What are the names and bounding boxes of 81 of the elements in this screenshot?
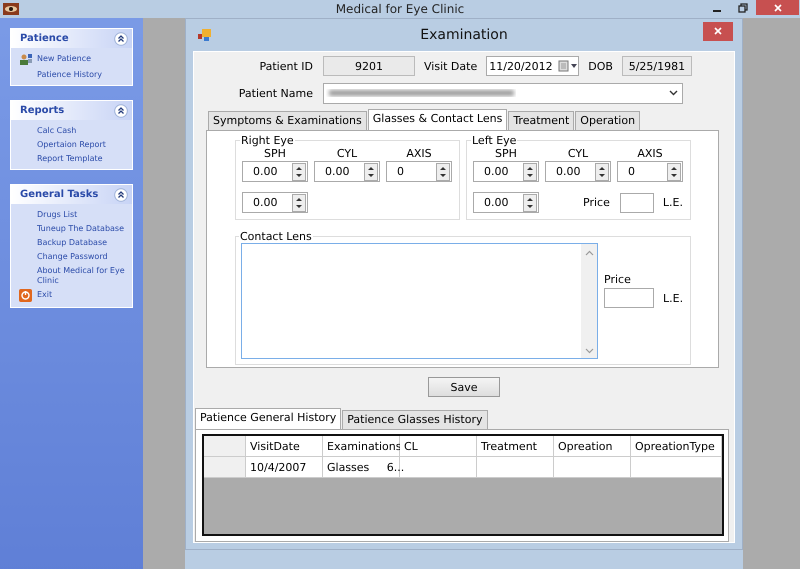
contact-lens-textarea[interactable] bbox=[241, 243, 598, 359]
column-header[interactable]: OpreationType bbox=[631, 436, 722, 457]
form-icon bbox=[198, 28, 211, 42]
form-title: Examination bbox=[419, 27, 509, 43]
close-icon[interactable] bbox=[772, 2, 782, 12]
column-label: SPH bbox=[494, 147, 518, 160]
number-spinner[interactable]: 0.00 bbox=[314, 161, 380, 182]
group-header[interactable]: Patience bbox=[11, 29, 132, 48]
group-title: Contact Lens bbox=[239, 230, 313, 243]
task-link[interactable]: New Patience bbox=[37, 53, 92, 64]
group-header[interactable]: Reports bbox=[11, 101, 132, 120]
tab[interactable]: Patience General History bbox=[195, 408, 342, 429]
dob-field[interactable]: 5/25/1981 bbox=[622, 56, 692, 76]
price-label: Price bbox=[604, 273, 632, 286]
number-spinner[interactable]: 0 bbox=[386, 161, 452, 182]
table-cell[interactable] bbox=[477, 457, 554, 478]
field-label: DOB bbox=[587, 60, 614, 72]
column-header[interactable]: CL bbox=[400, 436, 477, 457]
field-label: Patient Name bbox=[238, 86, 314, 100]
task-link[interactable]: Report Template bbox=[37, 153, 103, 164]
task-link[interactable]: Patience History bbox=[37, 69, 102, 80]
table-cell[interactable]: 10/4/2007 bbox=[246, 457, 323, 478]
scroll-down-icon[interactable] bbox=[584, 348, 594, 354]
tab[interactable]: Operation bbox=[575, 111, 640, 130]
table-cell[interactable] bbox=[631, 457, 722, 478]
number-spinner[interactable]: 0.00 bbox=[242, 161, 308, 182]
window-title: Medical for Eye Clinic bbox=[334, 2, 466, 16]
task-link[interactable]: Opertaion Report bbox=[37, 139, 106, 150]
task-link[interactable]: About Medical for Eye Clinic bbox=[37, 265, 132, 286]
scroll-up-icon[interactable] bbox=[584, 250, 594, 256]
group-title: Right Eye bbox=[240, 134, 295, 147]
task-link[interactable]: Drugs List bbox=[37, 209, 78, 220]
field-label: Visit Date bbox=[423, 60, 478, 72]
exit-icon bbox=[19, 289, 32, 302]
column-label: SPH bbox=[263, 147, 287, 160]
restore-icon[interactable] bbox=[738, 2, 748, 12]
number-spinner[interactable]: 0.00 bbox=[473, 161, 539, 182]
number-spinner[interactable]: 0 bbox=[617, 161, 683, 182]
column-label: CYL bbox=[566, 147, 590, 160]
currency-label: L.E. bbox=[662, 292, 684, 304]
tab[interactable]: Patience Glasses History bbox=[342, 410, 488, 429]
blurred-name-icon bbox=[326, 87, 516, 99]
currency-label: L.E. bbox=[662, 196, 683, 209]
task-link[interactable]: Change Password bbox=[37, 251, 108, 262]
table-cell[interactable] bbox=[554, 457, 631, 478]
eye-icon bbox=[3, 3, 19, 15]
column-header[interactable]: VisitDate bbox=[246, 436, 323, 457]
column-label: CYL bbox=[336, 147, 358, 160]
task-link[interactable]: Tuneup The Database bbox=[37, 223, 124, 234]
people-icon bbox=[19, 53, 33, 66]
tab[interactable]: Treatment bbox=[508, 111, 574, 130]
close-button[interactable] bbox=[756, 0, 799, 15]
task-link[interactable]: Calc Cash bbox=[37, 125, 76, 136]
close-icon[interactable] bbox=[713, 26, 723, 36]
price-label: Price bbox=[582, 196, 611, 209]
date-picker[interactable]: 11/20/2012 bbox=[486, 56, 580, 76]
group-title: Left Eye bbox=[471, 134, 518, 147]
group-header[interactable]: General Tasks bbox=[11, 185, 132, 204]
number-spinner[interactable]: 0.00 bbox=[545, 161, 611, 182]
collapse-icon[interactable] bbox=[114, 104, 128, 118]
number-spinner[interactable]: 0.00 bbox=[242, 192, 308, 213]
task-link[interactable]: Exit bbox=[37, 289, 52, 300]
column-label: AXIS bbox=[405, 147, 433, 160]
price-field[interactable] bbox=[620, 192, 654, 212]
column-header[interactable]: Opreation bbox=[554, 436, 631, 457]
price-field[interactable] bbox=[604, 288, 654, 308]
scrollbar[interactable] bbox=[581, 244, 597, 358]
column-header[interactable]: Examinations bbox=[323, 436, 400, 457]
collapse-icon[interactable] bbox=[114, 188, 128, 202]
task-link[interactable]: Backup Database bbox=[37, 237, 108, 248]
close-button[interactable] bbox=[703, 22, 733, 40]
save-button[interactable]: Save bbox=[428, 377, 500, 397]
number-spinner[interactable]: 0.00 bbox=[473, 192, 539, 213]
tab[interactable]: Symptoms & Examinations bbox=[208, 111, 367, 130]
collapse-icon[interactable] bbox=[114, 32, 128, 46]
field-label: Patient ID bbox=[258, 60, 314, 72]
tab[interactable]: Glasses & Contact Lens bbox=[368, 109, 508, 130]
calendar-icon[interactable] bbox=[558, 60, 578, 72]
column-header[interactable]: Treatment bbox=[477, 436, 554, 457]
column-label: AXIS bbox=[636, 147, 664, 160]
patient-id-field[interactable]: 9201 bbox=[323, 56, 415, 76]
